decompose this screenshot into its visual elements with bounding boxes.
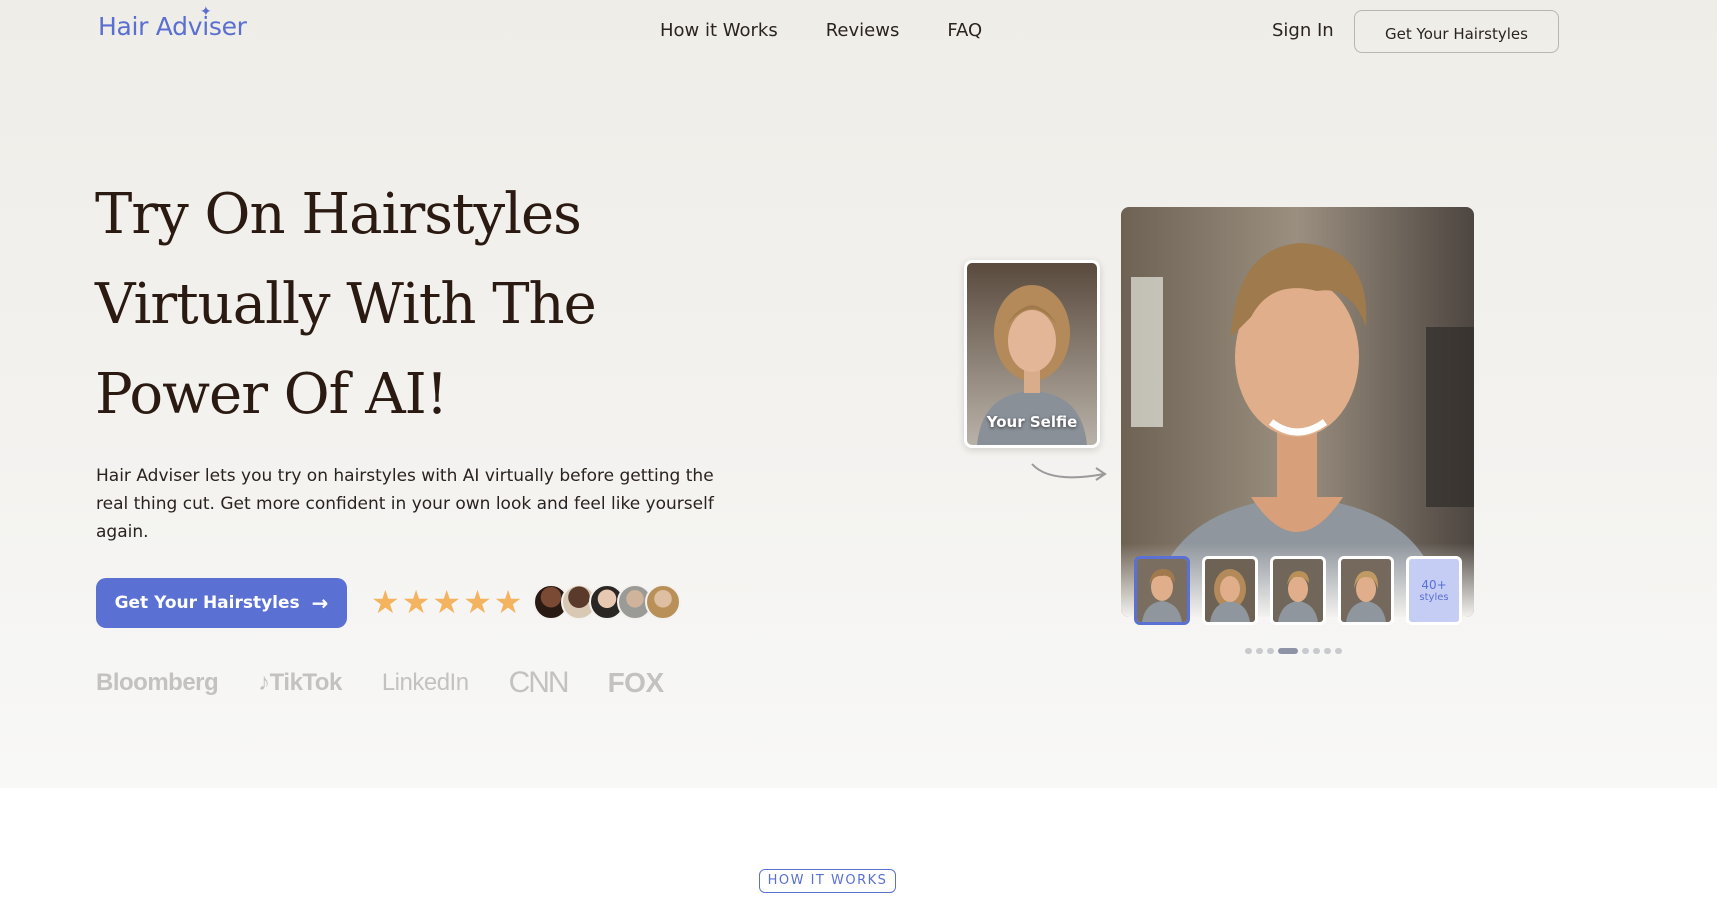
style-thumbnail[interactable] — [1134, 556, 1190, 625]
customer-avatars — [533, 584, 681, 620]
how-it-works-badge: HOW IT WORKS — [759, 869, 896, 893]
curved-arrow-icon — [1031, 463, 1107, 481]
sign-in-link[interactable]: Sign In — [1272, 20, 1334, 41]
star-icon: ★ — [493, 583, 523, 621]
more-styles-button[interactable]: 40+ styles — [1406, 556, 1462, 625]
nav-link-reviews[interactable]: Reviews — [826, 20, 900, 41]
style-thumbnail[interactable] — [1338, 556, 1394, 625]
fox-logo: FOX — [607, 667, 665, 698]
hero-subtext: Hair Adviser lets you try on hairstyles … — [96, 466, 714, 542]
cnn-logo: CNN — [508, 666, 570, 699]
nav-link-how-it-works[interactable]: How it Works — [660, 20, 778, 41]
carousel-dot[interactable] — [1256, 648, 1263, 654]
more-styles-count: 40+ — [1421, 578, 1447, 592]
tiktok-logo: ♪TikTok — [258, 669, 343, 696]
hero-headline: Try On Hairstyles Virtually With The Pow… — [95, 182, 597, 427]
tiktok-logo-text: TikTok — [269, 669, 343, 696]
arrow-right-icon: → — [311, 591, 329, 615]
carousel-dot[interactable] — [1245, 648, 1252, 654]
carousel-dot[interactable] — [1335, 648, 1342, 654]
hero-section: Hair Adviser ✦ How it Works Reviews FAQ … — [0, 0, 1717, 788]
star-icon: ★ — [371, 583, 400, 621]
star-icon: ★ — [432, 583, 462, 621]
carousel-dot[interactable] — [1324, 648, 1331, 654]
nav-get-hairstyles-button[interactable]: Get Your Hairstyles — [1354, 10, 1559, 53]
carousel-dot[interactable] — [1313, 648, 1320, 654]
sparkle-icon: ✦ — [200, 4, 212, 20]
selfie-card: Your Selfie — [964, 260, 1100, 448]
get-hairstyles-button[interactable]: Get Your Hairstyles → — [96, 578, 347, 628]
avatar — [645, 584, 681, 620]
logo[interactable]: Hair Adviser ✦ — [98, 4, 247, 41]
star-icon: ★ — [401, 583, 431, 621]
bloomberg-logo: Bloomberg — [96, 669, 219, 696]
more-styles-label: styles — [1419, 592, 1449, 603]
cta-label: Get Your Hairstyles — [114, 593, 300, 613]
style-thumbnail[interactable] — [1270, 556, 1326, 625]
carousel-dot[interactable] — [1302, 648, 1309, 654]
rating-stars: ★ ★ ★ ★ ★ — [371, 584, 522, 620]
star-icon: ★ — [463, 583, 492, 621]
main-nav: How it Works Reviews FAQ — [660, 20, 982, 41]
style-thumbnail[interactable] — [1202, 556, 1258, 625]
carousel-dot-active[interactable] — [1278, 648, 1298, 654]
selfie-label: Your Selfie — [986, 413, 1078, 431]
style-thumbnails: 40+ styles — [1134, 556, 1462, 625]
carousel-dots — [1245, 648, 1342, 654]
carousel-dot[interactable] — [1267, 648, 1274, 654]
nav-link-faq[interactable]: FAQ — [947, 20, 982, 41]
logo-text: Hair Adviser — [98, 12, 247, 41]
linkedin-logo: LinkedIn — [381, 669, 469, 696]
press-logos: Bloomberg ♪TikTok LinkedIn CNN FOX — [96, 666, 664, 700]
